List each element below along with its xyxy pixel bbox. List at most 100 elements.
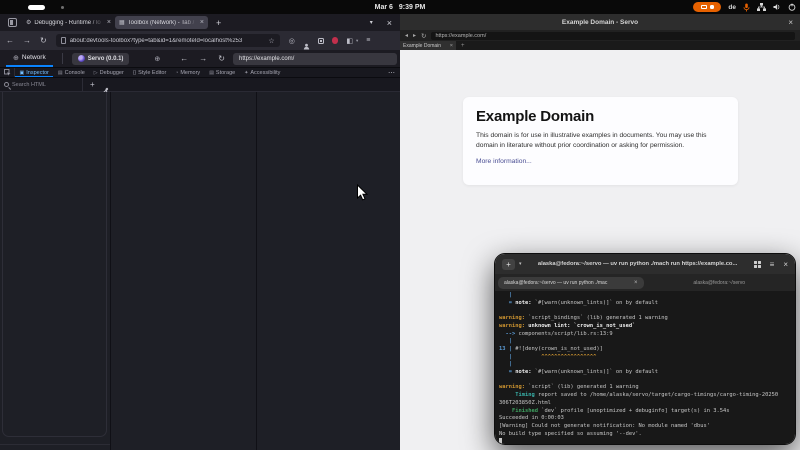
reload-button[interactable]: ↻: [40, 36, 47, 45]
time-label: 9:39 PM: [399, 4, 425, 11]
globe-icon: ⊕: [154, 55, 160, 63]
target-back-button[interactable]: ←: [180, 54, 188, 63]
sidebar-icon[interactable]: ◧: [346, 37, 353, 45]
system-tray[interactable]: de: [693, 0, 796, 14]
screen-share-icon: [701, 5, 707, 10]
search-icon: [4, 82, 9, 87]
tab-title: Toolbox (Network) - Tab /: [128, 20, 197, 26]
panel-tab-accessibility[interactable]: ✦ Accessibility: [240, 68, 285, 77]
tab-toolbox-network[interactable]: ▦ Toolbox (Network) - Tab / ×: [115, 16, 208, 29]
clock[interactable]: Mar 6 9:39 PM: [0, 0, 800, 14]
extension-icon[interactable]: [318, 38, 324, 44]
panel-tab-storage[interactable]: ▤ Storage: [205, 68, 240, 77]
volume-icon: [773, 3, 781, 11]
chevron-down-icon[interactable]: ▾: [356, 38, 358, 44]
panel-label: Console: [65, 70, 85, 76]
panel-label: Style Editor: [138, 70, 166, 76]
keyboard-layout-indicator[interactable]: de: [728, 4, 736, 11]
forward-button[interactable]: ▸: [413, 32, 416, 39]
back-button[interactable]: ←: [6, 36, 14, 45]
tab-close-icon[interactable]: ×: [200, 19, 204, 26]
gnome-top-bar: Mar 6 9:39 PM de: [0, 0, 800, 14]
terminal-output[interactable]: | = note: `#[warn(unknown_lints)]` on by…: [495, 291, 795, 444]
new-tab-button[interactable]: +: [216, 18, 221, 28]
more-information-link[interactable]: More information...: [476, 158, 532, 165]
markup-view[interactable]: [2, 92, 107, 437]
terminal-title-bar[interactable]: + ▾ alaska@fedora:~/servo — uv run pytho…: [495, 254, 795, 274]
style-editor-icon: {}: [133, 70, 136, 76]
window-close-icon[interactable]: ×: [788, 14, 793, 30]
desktop: Mar 6 9:39 PM de: [0, 0, 800, 450]
tab-close-icon[interactable]: ×: [634, 280, 638, 286]
firefox-tab-bar: ⚙ Debugging - Runtime / lo × ▦ Toolbox (…: [0, 14, 400, 31]
tab-title: Example Domain: [403, 43, 448, 49]
target-reload-button[interactable]: ↻: [218, 54, 225, 63]
tab-example-domain[interactable]: Example Domain ×: [400, 41, 456, 50]
servo-toolbar: ◂ ▸ ↻ https://example.com/: [400, 30, 800, 41]
new-tab-button[interactable]: +: [456, 41, 470, 50]
account-icon[interactable]: [303, 37, 310, 44]
date-label: Mar 6: [375, 4, 393, 11]
panel-label: Inspector: [26, 70, 49, 76]
target-url-text: https://example.com/: [239, 56, 294, 62]
list-all-tabs-icon[interactable]: ▾: [370, 19, 373, 26]
devtools-target-tab[interactable]: ⊕ Network: [6, 50, 53, 67]
servo-tab-bar: Example Domain × +: [400, 41, 800, 50]
url-bar[interactable]: about:devtools-toolbox?type=tab&id=1&rem…: [56, 34, 280, 47]
terminal-tab-active[interactable]: alaska@fedora:~/servo — uv run python ./…: [498, 277, 644, 289]
panel-tab-style-editor[interactable]: {} Style Editor: [128, 68, 170, 77]
menu-icon[interactable]: ≡: [770, 260, 775, 269]
screen-record-indicator[interactable]: [693, 2, 721, 12]
window-close-icon[interactable]: ×: [387, 18, 392, 28]
terminal-tab-bar: alaska@fedora:~/servo — uv run python ./…: [495, 274, 795, 291]
tab-close-icon[interactable]: ×: [450, 43, 453, 49]
search-placeholder: Search HTML: [12, 82, 46, 88]
target-url-field[interactable]: https://example.com/: [233, 53, 397, 65]
servo-title-bar[interactable]: Example Domain - Servo ×: [400, 14, 800, 30]
divider: [62, 53, 63, 64]
menu-icon[interactable]: ≡: [366, 37, 370, 44]
runtime-name-label: Servo (0.0.1): [88, 56, 124, 62]
panel-tab-debugger[interactable]: ▷ Debugger: [89, 68, 128, 77]
terminal-window: + ▾ alaska@fedora:~/servo — uv run pytho…: [494, 253, 796, 445]
tab-close-icon[interactable]: ×: [107, 19, 111, 26]
panel-splitter[interactable]: [110, 92, 111, 450]
panel-label: Debugger: [100, 70, 124, 76]
window-close-icon[interactable]: ×: [783, 260, 788, 269]
panel-splitter[interactable]: [256, 92, 257, 450]
inspector-search-row: Search HTML +: [0, 78, 400, 92]
screenshot-icon[interactable]: ◎: [289, 37, 295, 45]
panel-tab-inspector[interactable]: ▣ Inspector: [15, 68, 53, 77]
window-title: Example Domain - Servo: [562, 19, 638, 26]
devtools-meatball-menu[interactable]: ⋯: [383, 68, 400, 77]
panel-label: Accessibility: [250, 70, 280, 76]
panel-label: Memory: [180, 70, 200, 76]
terminal-new-tab-button[interactable]: +: [502, 259, 515, 270]
tab-debugging[interactable]: ⚙ Debugging - Runtime / lo ×: [22, 16, 115, 29]
back-button[interactable]: ◂: [405, 32, 408, 39]
reload-button[interactable]: ↻: [421, 32, 426, 40]
panel-tab-memory[interactable]: ◔ Memory: [171, 68, 205, 77]
pick-element-button[interactable]: [0, 68, 15, 77]
example-domain-card: Example Domain This domain is for use in…: [463, 97, 738, 185]
search-html-input[interactable]: Search HTML: [0, 78, 83, 91]
runtime-info-badge[interactable]: Servo (0.0.1): [72, 53, 130, 65]
storage-icon: ▤: [209, 70, 214, 76]
target-forward-button[interactable]: →: [199, 54, 207, 63]
create-node-button[interactable]: +: [90, 80, 95, 89]
forward-button[interactable]: →: [23, 36, 31, 45]
url-bar[interactable]: https://example.com/: [431, 32, 795, 40]
stop-record-icon: [710, 5, 714, 9]
tab-title: alaska@fedora:~/servo — uv run python ./…: [504, 280, 631, 286]
firefox-view-icon[interactable]: [8, 18, 17, 27]
panel-tab-console[interactable]: ▤ Console: [53, 68, 89, 77]
tab-title: alaska@fedora:~/servo: [693, 280, 745, 286]
terminal-tab-inactive[interactable]: alaska@fedora:~/servo: [647, 277, 793, 289]
bookmark-star-icon[interactable]: ☆: [268, 37, 274, 45]
recording-extension-icon[interactable]: [332, 37, 339, 44]
url-text: https://example.com/: [435, 33, 486, 39]
eyedropper-icon[interactable]: [102, 81, 109, 88]
tab-overview-icon[interactable]: [754, 261, 761, 268]
url-text[interactable]: about:devtools-toolbox?type=tab&id=1&rem…: [70, 38, 265, 44]
toolbar-extension-icons: ◎ ◧ ▾ ≡: [289, 37, 371, 45]
